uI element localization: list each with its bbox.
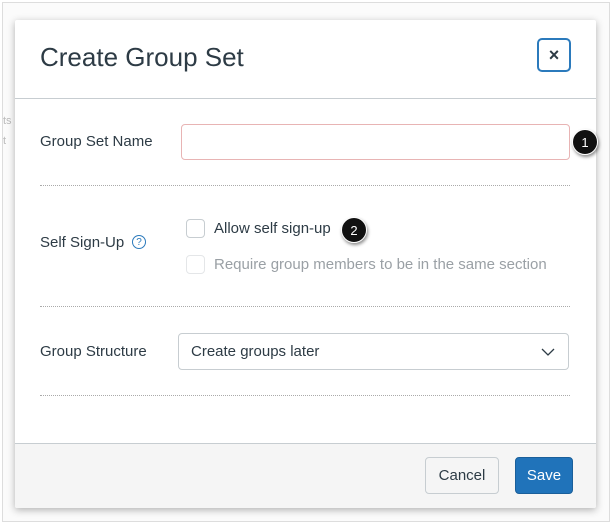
allow-self-signup-checkbox[interactable]: [186, 219, 205, 238]
require-same-section-checkbox: [186, 255, 205, 274]
require-same-section-label: Require group members to be in the same …: [214, 256, 547, 273]
close-button[interactable]: ×: [537, 38, 571, 72]
allow-self-signup-label[interactable]: Allow self sign-up: [214, 220, 331, 237]
divider: [40, 185, 570, 186]
group-set-name-input[interactable]: [181, 124, 570, 160]
divider: [40, 306, 570, 307]
group-structure-select[interactable]: Create groups later: [178, 333, 569, 370]
group-set-name-label: Group Set Name: [40, 133, 153, 150]
callout-badge-1: 1: [572, 129, 598, 155]
callout-badge-2: 2: [341, 217, 367, 243]
divider: [40, 395, 570, 396]
dialog-footer: Cancel Save: [15, 443, 596, 508]
dialog-header: Create Group Set ×: [15, 20, 596, 99]
chevron-down-icon: [541, 348, 555, 356]
save-button[interactable]: Save: [515, 457, 573, 494]
dialog-title: Create Group Set: [40, 42, 244, 72]
help-icon[interactable]: ?: [132, 235, 146, 249]
group-structure-label: Group Structure: [40, 343, 147, 360]
cancel-button[interactable]: Cancel: [425, 457, 499, 494]
create-group-set-dialog: Create Group Set × Group Set Name Self S…: [15, 20, 596, 508]
close-icon: ×: [548, 44, 560, 65]
self-signup-label: Self Sign-Up: [40, 234, 125, 251]
group-structure-value: Create groups later: [191, 343, 320, 360]
